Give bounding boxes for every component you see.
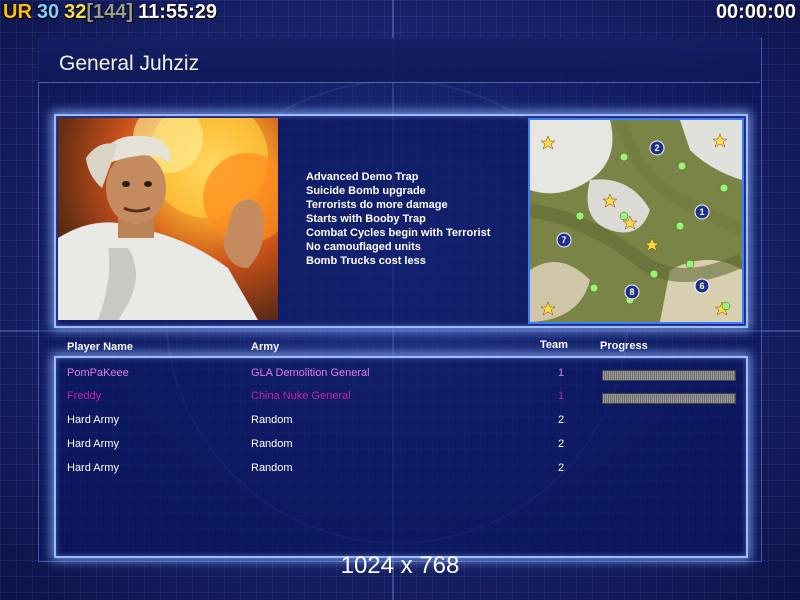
minimap: 2 1 7 6 8 (528, 118, 744, 324)
player-team: 2 (558, 462, 565, 474)
player-army: Random (251, 414, 293, 426)
table-row: Hard Army Random 2 (0, 462, 800, 482)
trait-item: Advanced Demo Trap (306, 171, 419, 183)
header-army: Army (251, 341, 280, 353)
player-team: 1 (558, 390, 565, 402)
stat-b: 32 (64, 1, 87, 23)
stat-a: 30 (36, 1, 60, 23)
player-name: PomPaKeee (67, 367, 129, 379)
stats-overlay: UR 30 32[144] 11:55:29 (3, 1, 222, 24)
player-army: GLA Demolition General (251, 367, 370, 379)
table-row: Hard Army Random 2 (0, 414, 800, 434)
map-marker-6: 6 (699, 281, 704, 291)
progress-bar (602, 393, 736, 404)
player-army: China Nuke General (251, 390, 351, 402)
minimap-terrain: 2 1 7 6 8 (530, 120, 742, 322)
header-team: Team (540, 339, 568, 351)
trait-item: Starts with Booby Trap (306, 213, 426, 225)
player-team: 2 (558, 438, 565, 450)
table-row: PomPaKeee GLA Demolition General 1 (0, 367, 800, 387)
trait-item: No camouflaged units (306, 241, 421, 253)
game-timer: 00:00:00 (715, 1, 796, 23)
progress-bar (602, 370, 736, 381)
map-marker-8: 8 (629, 287, 634, 297)
player-name: Hard Army (67, 414, 119, 426)
player-name: Freddy (67, 390, 102, 402)
player-name: Hard Army (67, 462, 119, 474)
portrait-illustration (58, 118, 278, 320)
general-title: General Juhziz (59, 52, 200, 75)
player-army: Random (251, 438, 293, 450)
player-team: 1 (558, 367, 565, 379)
map-marker-7: 7 (561, 235, 566, 245)
header-progress: Progress (600, 340, 648, 352)
ur-label: UR (3, 1, 32, 23)
general-portrait (58, 118, 278, 320)
table-row: Freddy China Nuke General 1 (0, 390, 800, 410)
general-traits-list: Advanced Demo Trap Suicide Bomb upgrade … (306, 170, 490, 268)
trait-item: Combat Cycles begin with Terrorist (306, 227, 491, 239)
clock: 11:55:29 (138, 1, 218, 23)
trait-item: Bomb Trucks cost less (306, 255, 426, 267)
player-name: Hard Army (67, 438, 119, 450)
player-team: 2 (558, 414, 565, 426)
stat-c: [144] (86, 1, 134, 23)
trait-item: Suicide Bomb upgrade (306, 185, 426, 197)
table-row: Hard Army Random 2 (0, 438, 800, 458)
resolution-label: 1024 x 768 (340, 552, 460, 579)
trait-item: Terrorists do more damage (306, 199, 448, 211)
map-marker-1: 1 (699, 207, 704, 217)
header-player-name: Player Name (67, 341, 134, 353)
player-army: Random (251, 462, 293, 474)
map-marker-2: 2 (654, 143, 659, 153)
